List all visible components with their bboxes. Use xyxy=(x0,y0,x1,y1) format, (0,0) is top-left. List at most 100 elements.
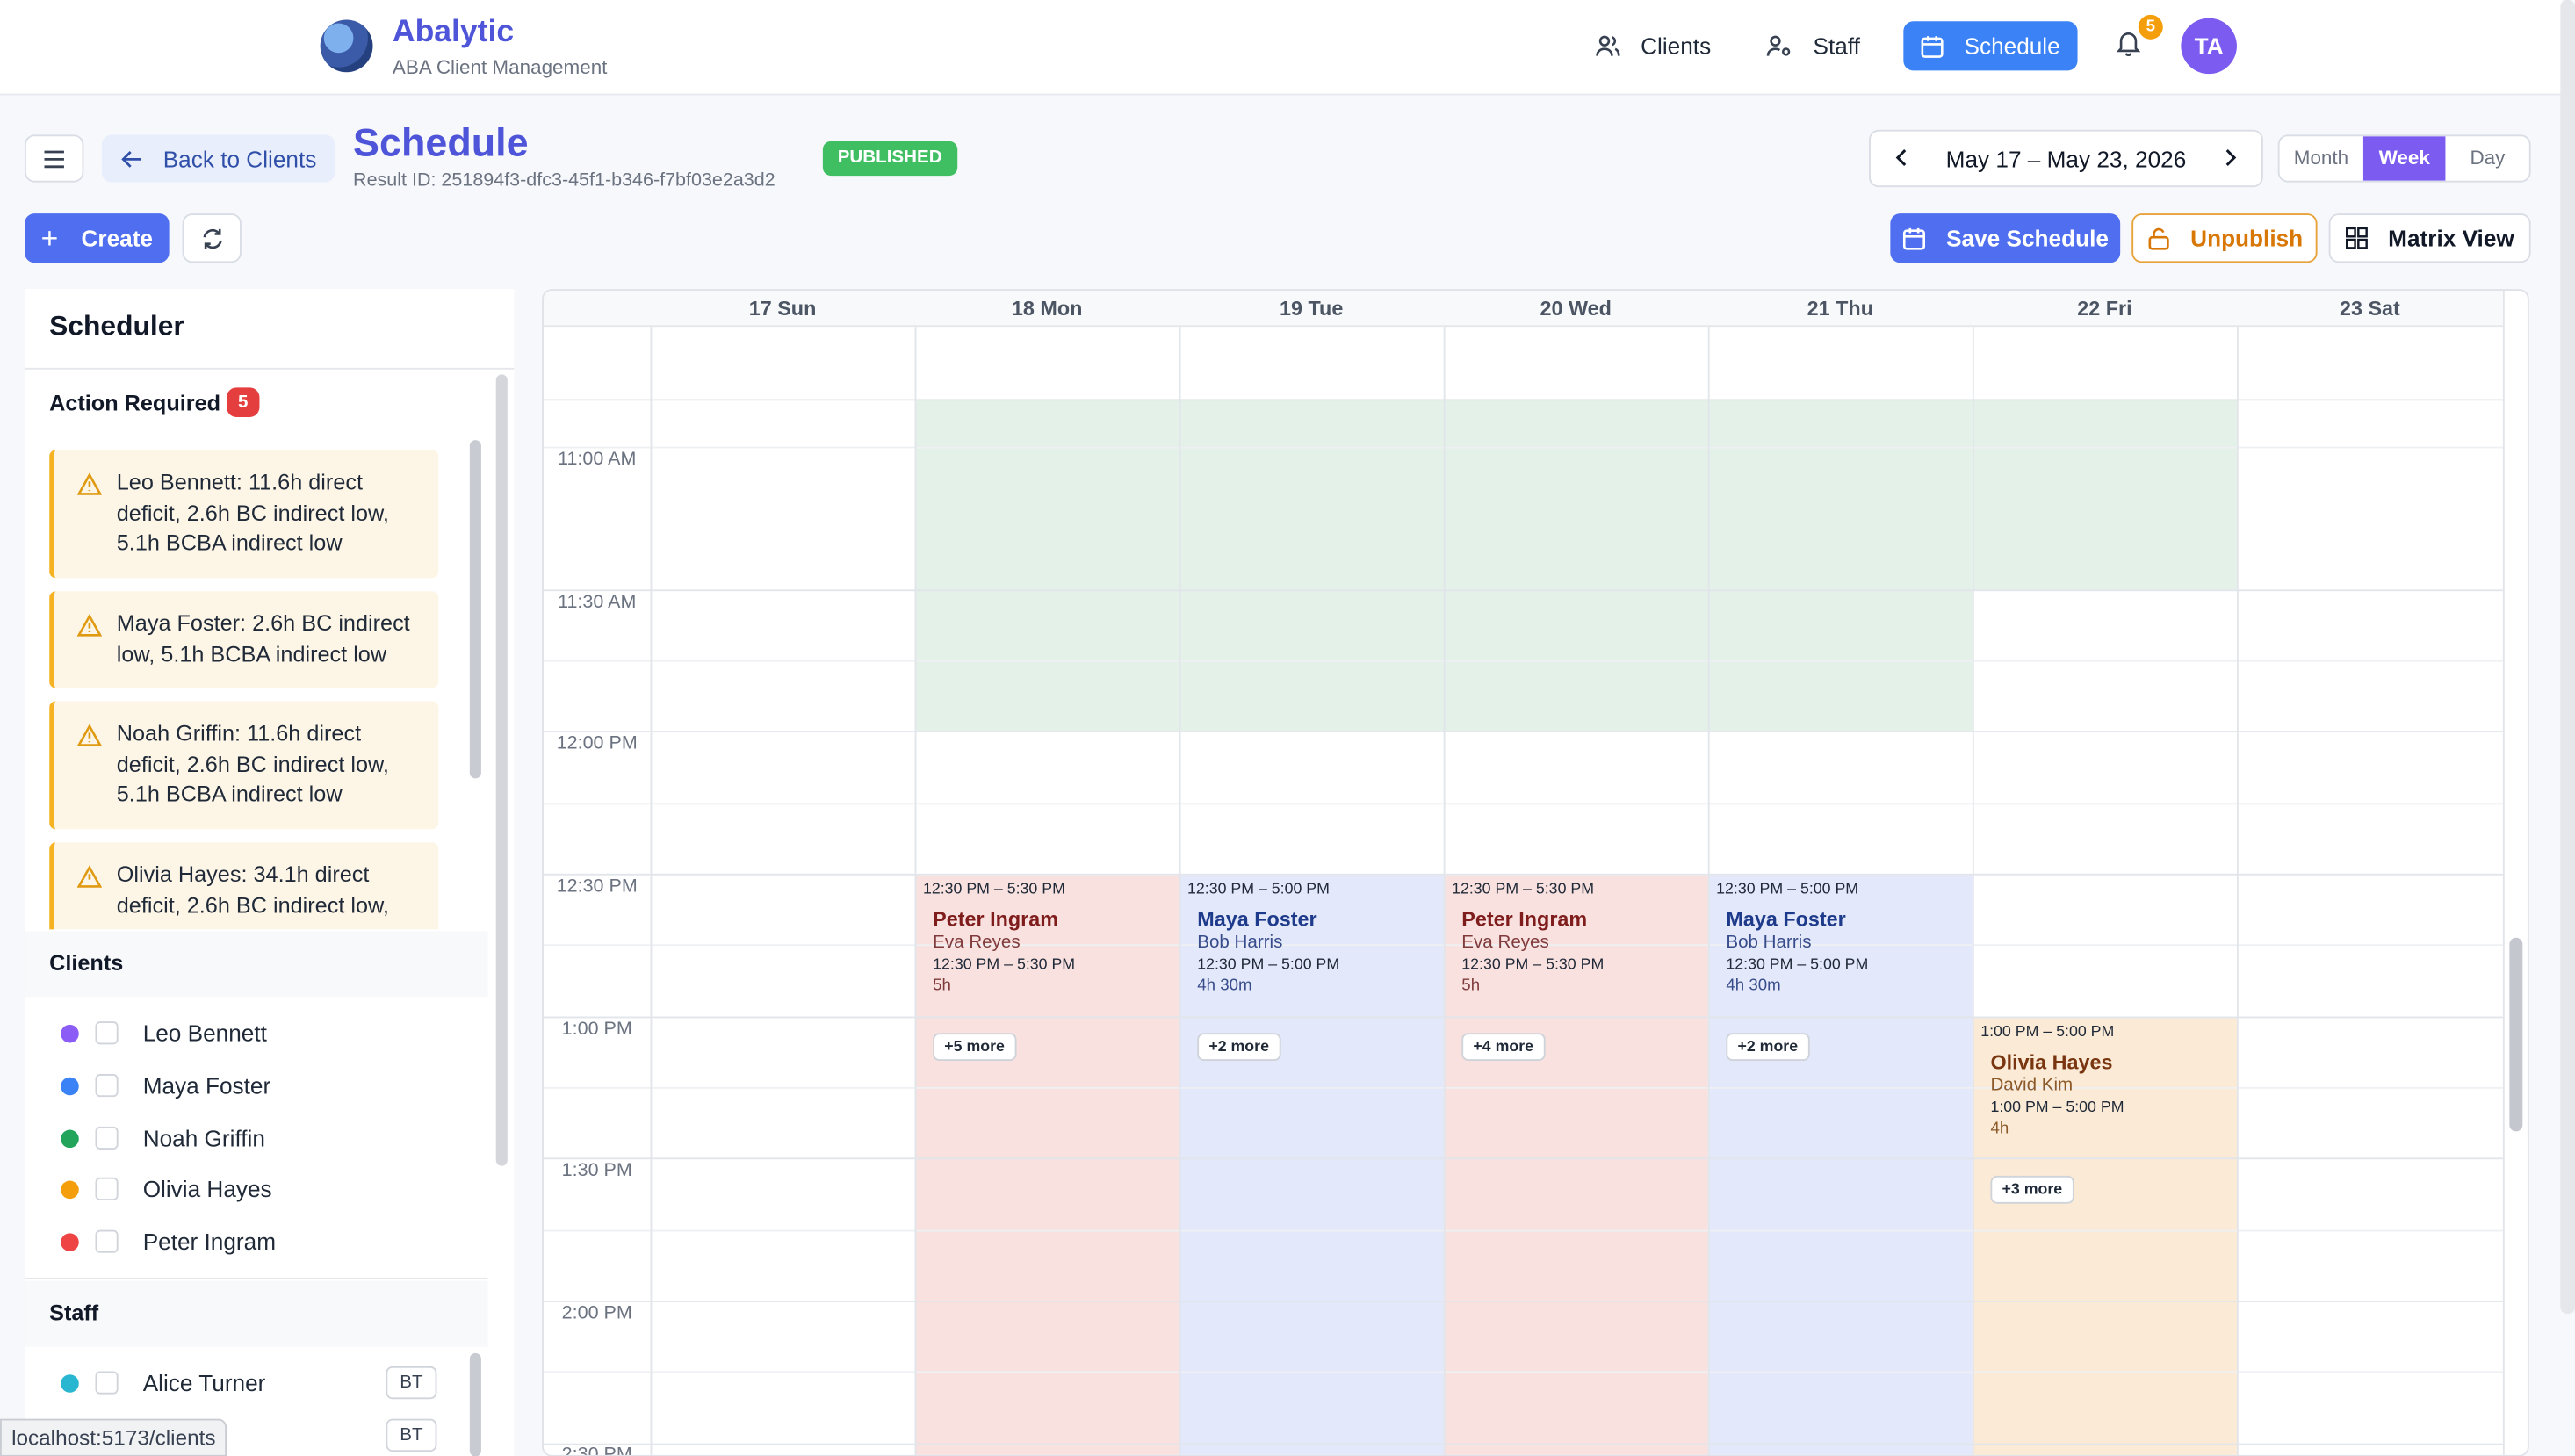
view-week-button[interactable]: Week xyxy=(2362,136,2447,181)
event-staff: Eva Reyes xyxy=(1461,933,1549,953)
action-required-heading[interactable]: Action Required xyxy=(49,391,220,415)
nav-schedule[interactable]: Schedule xyxy=(1903,21,2078,71)
client-checkbox[interactable] xyxy=(95,1126,119,1150)
alert-item[interactable]: Noah Griffin: 11.6h direct deficit, 2.6h… xyxy=(49,701,439,830)
grid-line xyxy=(543,660,2503,662)
brand-name[interactable]: Abalytic xyxy=(393,15,514,51)
day-header-mon[interactable]: 18 Mon xyxy=(914,290,1179,328)
grid-line xyxy=(2502,290,2505,1455)
more-events-button[interactable]: +4 more xyxy=(1461,1033,1546,1062)
unpublish-label: Unpublish xyxy=(2190,225,2304,252)
time-gutter-header xyxy=(543,290,651,328)
event-olivia-hayes-fri[interactable]: 1:00 PM – 5:00 PM Olivia Hayes David Kim… xyxy=(1973,1018,2237,1142)
client-item-noah-griffin[interactable]: Noah Griffin xyxy=(61,1121,265,1154)
event-client: Maya Foster xyxy=(1197,908,1317,932)
nav-clients[interactable]: Clients xyxy=(1595,21,1711,70)
event-staff: Eva Reyes xyxy=(933,933,1021,953)
client-item-maya-foster[interactable]: Maya Foster xyxy=(61,1069,270,1101)
day-header-fri[interactable]: 22 Fri xyxy=(1972,290,2237,328)
event-duration: 4h xyxy=(1990,1120,2009,1138)
chevron-right-icon[interactable] xyxy=(2218,146,2241,169)
matrix-view-label: Matrix View xyxy=(2388,225,2514,252)
more-events-button[interactable]: +5 more xyxy=(933,1033,1016,1062)
view-month-button[interactable]: Month xyxy=(2280,136,2363,180)
client-color-dot xyxy=(61,1023,79,1042)
staff-scrollbar[interactable] xyxy=(469,1352,481,1456)
create-button[interactable]: + Create xyxy=(25,213,170,263)
sidebar-scrollbar[interactable] xyxy=(495,374,508,1166)
staff-checkbox[interactable] xyxy=(95,1371,119,1395)
clients-section-header[interactable]: Clients xyxy=(25,931,488,998)
scheduler-sidebar: Scheduler Action Required 5 Leo Bennett:… xyxy=(25,289,515,1456)
event-duration: 4h 30m xyxy=(1197,977,1252,996)
unpublish-button[interactable]: Unpublish xyxy=(2131,213,2318,263)
users-icon xyxy=(1596,35,1620,56)
abalytic-logo-icon[interactable] xyxy=(320,19,373,73)
grid-line xyxy=(1179,290,1181,1455)
day-header-sat[interactable]: 23 Sat xyxy=(2236,290,2503,328)
refresh-button[interactable] xyxy=(182,213,242,263)
more-events-button[interactable]: +2 more xyxy=(1726,1033,1810,1062)
staff-item-alice-turner[interactable]: Alice Turner xyxy=(61,1366,265,1399)
more-events-button[interactable]: +2 more xyxy=(1197,1033,1281,1062)
event-client: Peter Ingram xyxy=(1461,908,1588,932)
hamburger-menu-icon xyxy=(44,149,64,168)
alert-item[interactable]: Olivia Hayes: 34.1h direct deficit, 2.6h… xyxy=(49,842,439,930)
event-peter-ingram-wed[interactable]: 12:30 PM – 5:30 PM Peter Ingram Eva Reye… xyxy=(1444,876,1708,1000)
event-time: 12:30 PM – 5:30 PM xyxy=(922,880,1065,898)
day-header-wed[interactable]: 20 Wed xyxy=(1443,290,1708,328)
back-button-label: Back to Clients xyxy=(162,145,317,172)
event-staff: Bob Harris xyxy=(1726,933,1812,953)
staff-section-header[interactable]: Staff xyxy=(25,1280,488,1347)
alert-text: Noah Griffin: 11.6h direct deficit, 2.6h… xyxy=(116,720,389,807)
more-events-button[interactable]: +3 more xyxy=(1990,1175,2074,1204)
view-day-button[interactable]: Day xyxy=(2446,136,2529,180)
client-checkbox[interactable] xyxy=(95,1073,119,1098)
client-item-leo-bennett[interactable]: Leo Bennett xyxy=(61,1017,267,1049)
save-schedule-button[interactable]: Save Schedule xyxy=(1890,213,2121,263)
refresh-icon xyxy=(202,227,221,249)
save-schedule-label: Save Schedule xyxy=(1946,225,2109,252)
day-header-sun[interactable]: 17 Sun xyxy=(650,290,915,328)
event-staff: Bob Harris xyxy=(1197,933,1283,953)
calendar-scrollbar[interactable] xyxy=(2509,937,2523,1132)
matrix-view-button[interactable]: Matrix View xyxy=(2328,213,2531,263)
divider xyxy=(25,367,515,370)
back-to-clients-button[interactable]: Back to Clients xyxy=(101,134,335,183)
availability-band xyxy=(1972,399,2237,590)
event-range: 12:30 PM – 5:00 PM xyxy=(1726,955,1869,974)
client-checkbox[interactable] xyxy=(95,1177,119,1200)
time-label: 12:30 PM xyxy=(556,876,638,897)
page-scrollbar[interactable] xyxy=(2560,0,2575,1314)
alert-item[interactable]: Maya Foster: 2.6h BC indirect low, 5.1h … xyxy=(49,591,439,688)
nav-staff[interactable]: Staff xyxy=(1765,21,1860,70)
alerts-scrollbar[interactable] xyxy=(469,440,481,779)
client-item-peter-ingram[interactable]: Peter Ingram xyxy=(61,1225,276,1258)
event-peter-ingram-mon[interactable]: 12:30 PM – 5:30 PM Peter Ingram Eva Reye… xyxy=(915,876,1179,1000)
client-item-olivia-hayes[interactable]: Olivia Hayes xyxy=(61,1172,272,1205)
calendar-save-icon xyxy=(1903,227,1926,249)
client-color-dot xyxy=(61,1232,79,1251)
create-button-label: Create xyxy=(81,225,153,252)
view-toggle: Month Week Day xyxy=(2277,134,2531,183)
client-color-dot xyxy=(61,1128,79,1148)
event-maya-foster-tue[interactable]: 12:30 PM – 5:00 PM Maya Foster Bob Harri… xyxy=(1179,876,1444,1000)
event-time: 1:00 PM – 5:00 PM xyxy=(1980,1023,2115,1042)
day-header-tue[interactable]: 19 Tue xyxy=(1179,290,1444,328)
status-badge: PUBLISHED xyxy=(822,141,957,177)
warning-icon xyxy=(76,724,102,746)
user-avatar[interactable]: TA xyxy=(2181,18,2237,75)
grid-line xyxy=(543,803,2503,805)
client-checkbox[interactable] xyxy=(95,1229,119,1253)
action-required-count-badge: 5 xyxy=(227,387,260,417)
client-name: Maya Foster xyxy=(142,1072,271,1099)
day-header-thu[interactable]: 21 Thu xyxy=(1707,290,1973,328)
unlock-icon xyxy=(2148,227,2169,249)
client-checkbox[interactable] xyxy=(95,1021,119,1045)
alert-item[interactable]: Leo Bennett: 11.6h direct deficit, 2.6h … xyxy=(49,450,439,579)
time-label: 2:00 PM xyxy=(561,1303,632,1324)
menu-button[interactable] xyxy=(25,134,84,183)
event-maya-foster-thu[interactable]: 12:30 PM – 5:00 PM Maya Foster Bob Harri… xyxy=(1708,876,1973,1000)
event-range: 1:00 PM – 5:00 PM xyxy=(1990,1099,2124,1117)
date-navigator: May 17 – May 23, 2026 xyxy=(1869,129,2263,188)
